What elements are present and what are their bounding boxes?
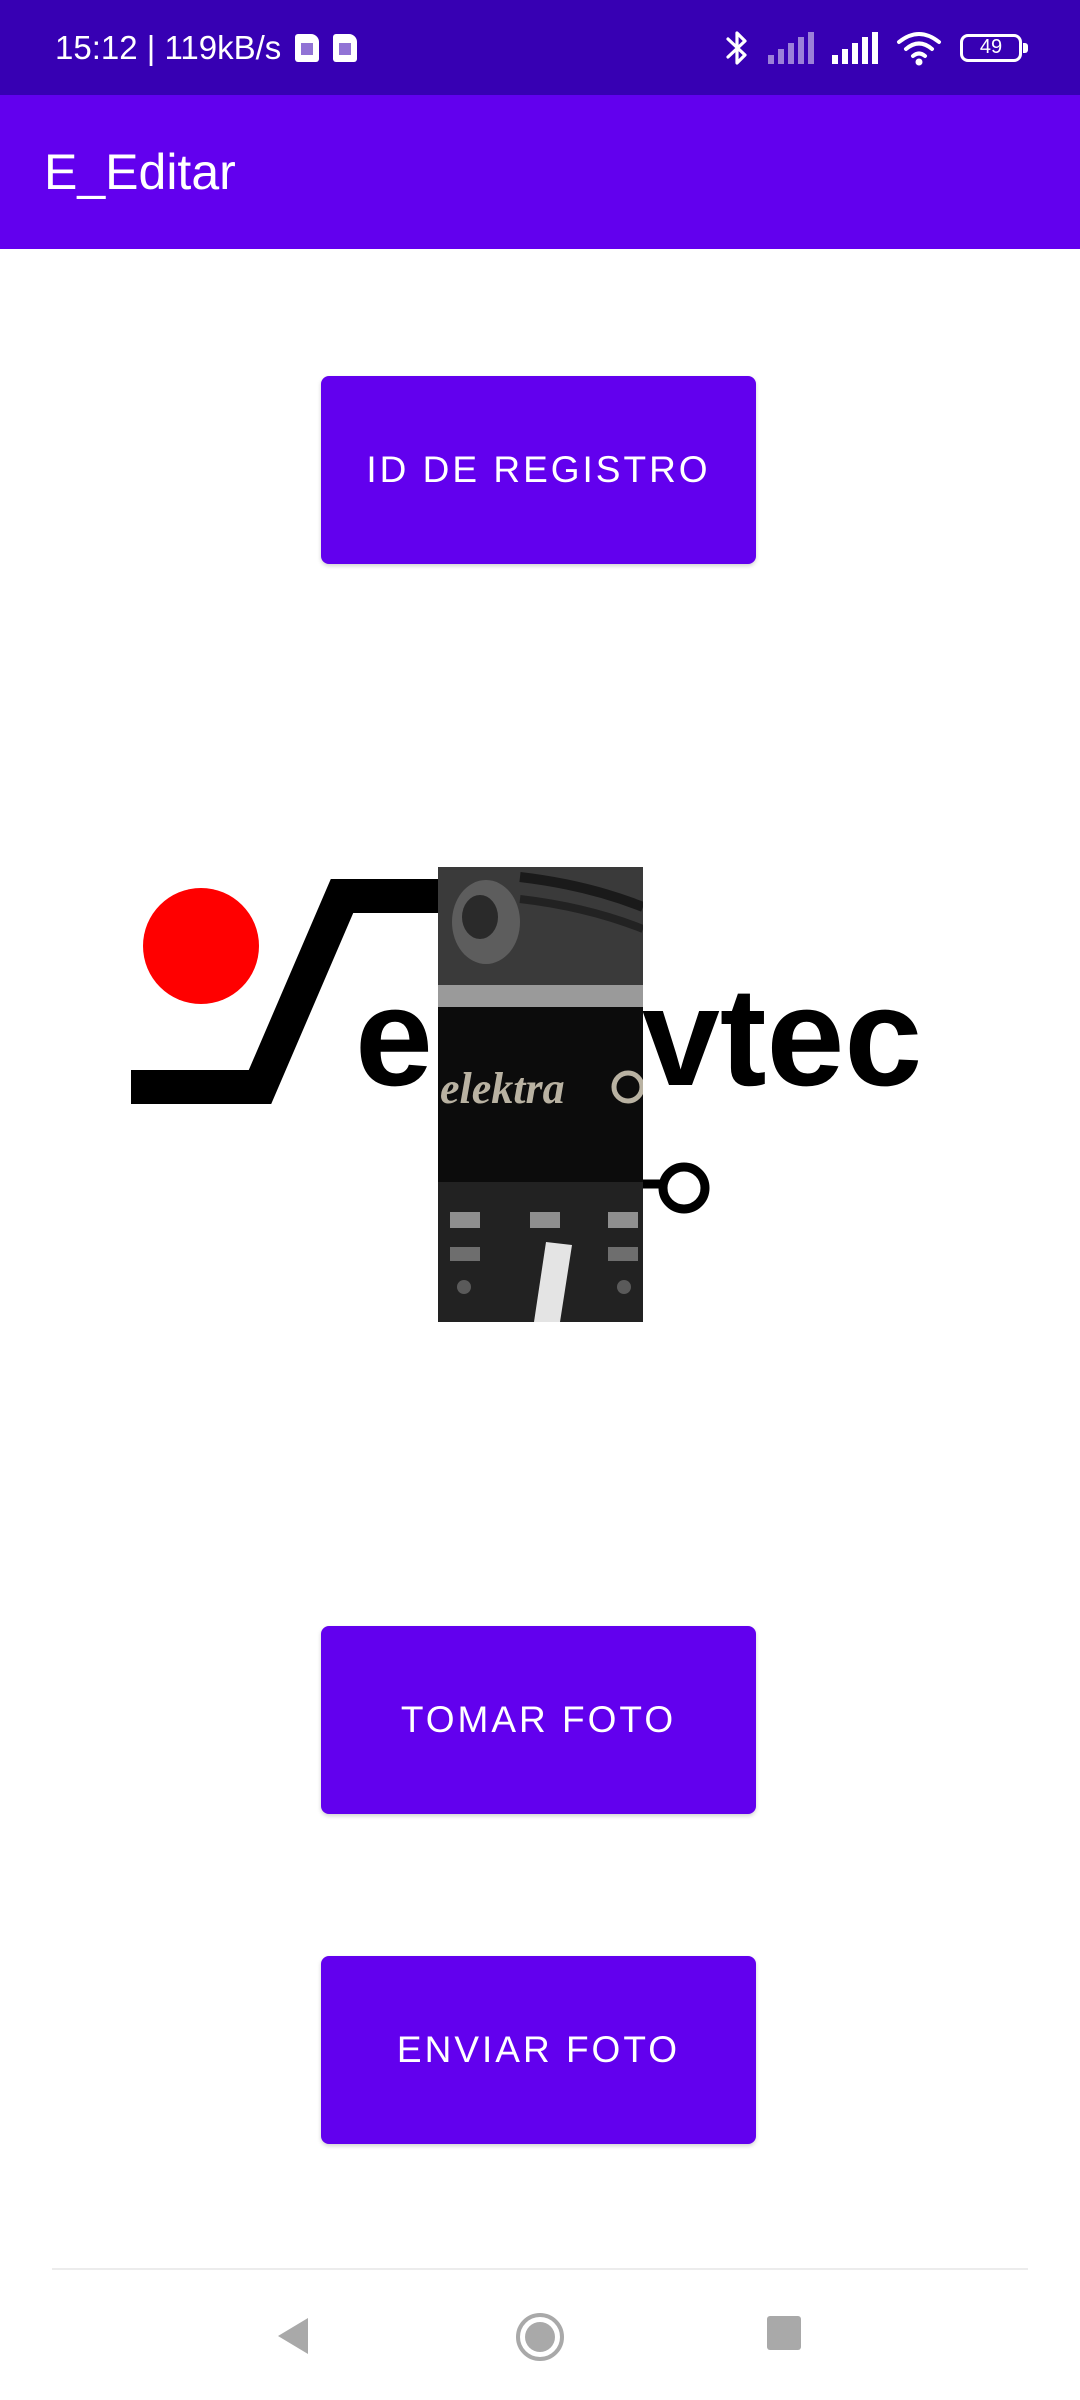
photo-brand-text: elektra [440,1064,565,1113]
wifi-icon [897,31,941,65]
signal-icon [768,31,814,64]
navigation-bar [0,2268,1080,2400]
send-photo-button[interactable]: ENVIAR FOTO [321,1956,756,2144]
page-title: E_Editar [44,144,236,200]
app-bar: E_Editar [0,95,1080,249]
status-bar: 15:12 | 119kB/s 49 [0,0,1080,95]
battery-level: 49 [979,36,1003,58]
logo-text-right: vtec [642,958,922,1115]
signal-icon [832,31,878,64]
recents-icon[interactable] [765,2314,803,2352]
logo-text-left: e [355,958,433,1115]
status-left: 15:12 | 119kB/s [55,0,358,95]
bluetooth-icon [726,30,747,65]
take-photo-button[interactable]: TOMAR FOTO [321,1626,756,1814]
status-time-speed: 15:12 | 119kB/s [55,28,282,66]
sim-icon [333,33,358,62]
sim-icon [295,33,320,62]
captured-photo: elektra [438,867,643,1322]
photo-image: elektra [438,867,643,1322]
home-icon[interactable] [513,2310,567,2364]
nav-divider [52,2268,1028,2270]
back-icon[interactable] [270,2312,318,2360]
logo-red-dot [143,888,259,1004]
record-id-button[interactable]: ID DE REGISTRO [321,376,756,564]
status-right: 49 [724,0,1028,95]
battery-icon: 49 [960,33,1028,62]
logo-circle [658,1162,710,1214]
